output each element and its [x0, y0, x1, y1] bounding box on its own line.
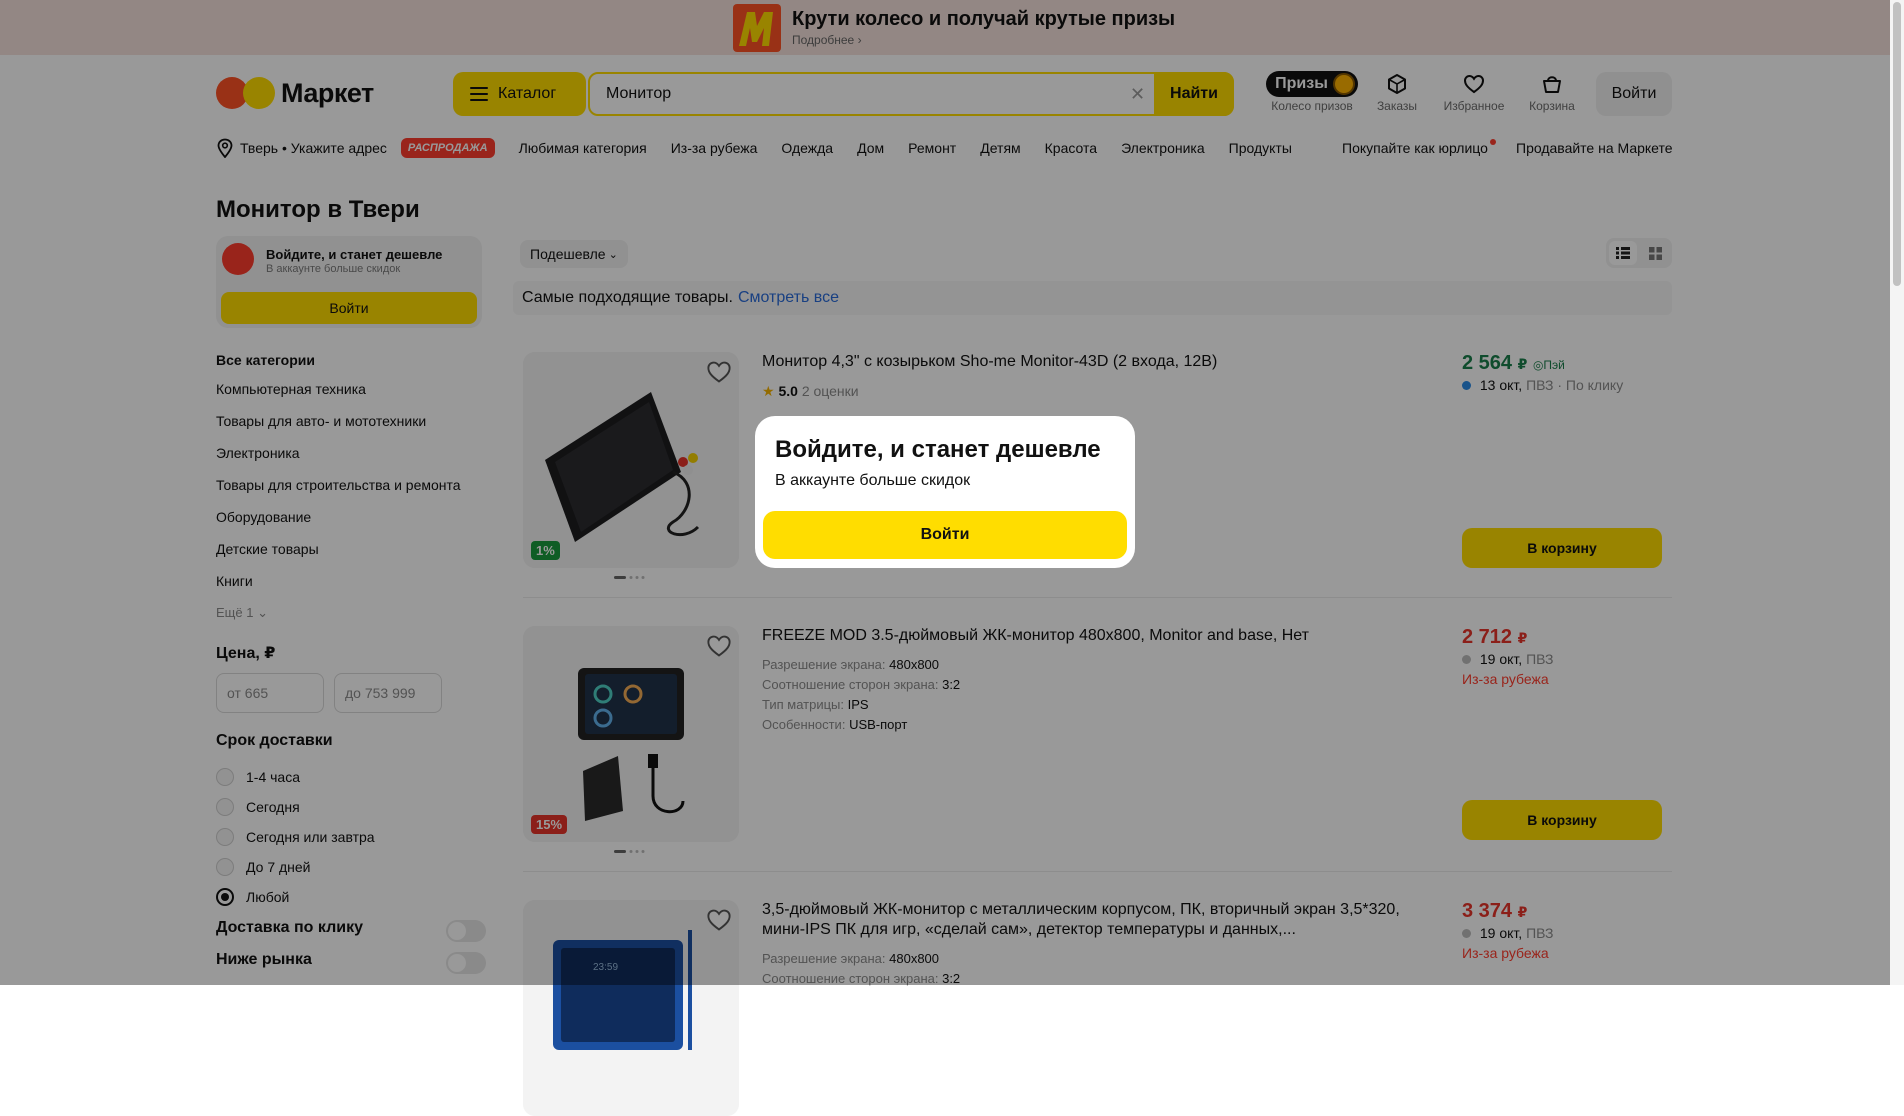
login-popup: Войдите, и станет дешевле В аккаунте бол…: [755, 416, 1135, 568]
scrollbar-thumb[interactable]: [1893, 2, 1901, 286]
page-scrollbar[interactable]: [1890, 0, 1904, 985]
popup-subtitle: В аккаунте больше скидок: [775, 472, 971, 489]
popup-login-button[interactable]: Войти: [763, 511, 1127, 559]
popup-title: Войдите, и станет дешевле: [775, 436, 1101, 463]
